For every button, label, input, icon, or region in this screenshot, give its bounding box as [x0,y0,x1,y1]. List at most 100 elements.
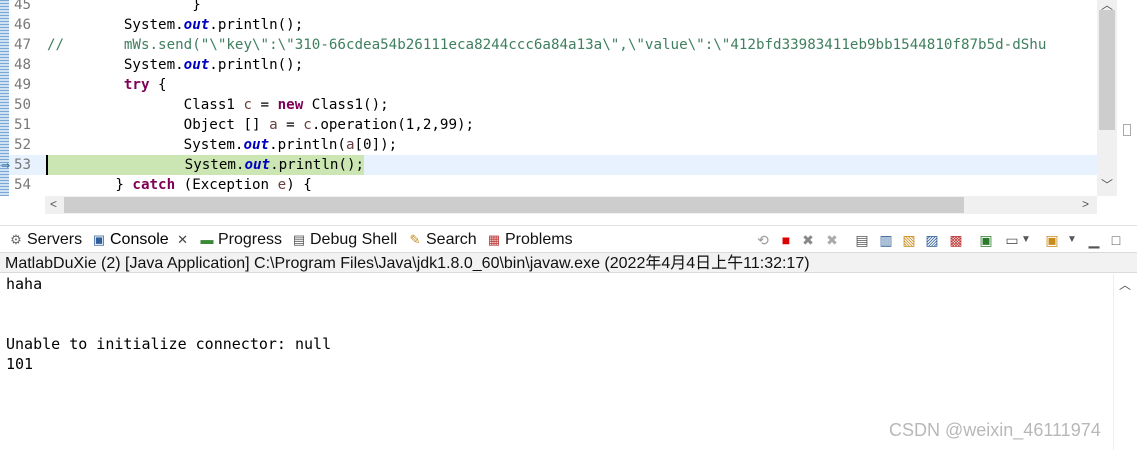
scroll-up-arrow-icon[interactable]: ︿ [1119,276,1131,293]
tab-label: Console [110,231,169,248]
code-line[interactable]: 48 System.out.println(); [0,55,1097,75]
code-text: Class1 c = new Class1(); [47,95,389,115]
line-number: 46 [14,17,32,33]
tab-debug-shell[interactable]: ▤ Debug Shell [291,229,397,251]
show-on-output-icon[interactable]: ▨ [923,231,941,249]
tab-label: Search [426,231,477,248]
progress-icon: ▬ [200,232,214,247]
code-text: // mWs.send("\"key\":\"310-66cdea54b2611… [47,35,1046,55]
scroll-lock-icon[interactable]: ▥ [877,231,895,249]
open-console-icon[interactable]: ▣ [1043,231,1061,249]
remove-all-terminated-icon[interactable]: ✖ [823,231,841,249]
code-token: Object [] [47,117,270,133]
scroll-left-arrow-icon[interactable]: < [50,197,57,211]
code-token: out [244,157,271,173]
code-token: } [47,177,133,193]
tab-search[interactable]: ✎ Search [407,229,477,251]
code-token: System. [47,137,244,153]
line-number: 50 [14,97,32,113]
tab-label: Problems [505,231,573,248]
pin-console-icon[interactable]: ▣ [977,231,995,249]
servers-icon: ⚙ [10,232,22,247]
word-wrap-icon[interactable]: ▧ [900,231,918,249]
code-line[interactable]: 50 Class1 c = new Class1(); [0,95,1097,115]
code-text: System.out.println(); [47,55,303,75]
code-line[interactable]: 52 System.out.println(a[0]); [0,135,1097,155]
scroll-right-arrow-icon[interactable]: > [1082,197,1089,211]
code-text: try { [47,75,167,95]
chevron-down-icon[interactable]: ▼ [1017,231,1035,249]
code-text: } catch (Exception e) { [47,175,311,195]
minimize-icon[interactable]: ▁ [1085,231,1103,249]
code-token: System. [47,57,184,73]
scroll-up-arrow-icon[interactable]: ︿ [1101,0,1113,13]
chevron-down-icon[interactable]: ▼ [1063,231,1081,249]
code-token: { [149,77,167,93]
code-token: out [243,137,270,153]
code-editor[interactable]: 45 } 46 System.out.println(); 47// mWs.sen… [0,0,1137,218]
code-line[interactable]: 46 System.out.println(); [0,15,1097,35]
code-text: } [47,0,201,15]
code-line[interactable]: 51 Object [] a = c.operation(1,2,99); [0,115,1097,135]
editor-vertical-scroll-thumb[interactable] [1099,10,1115,130]
code-line[interactable]: 47 // mWs.send("\"key\":\"310-66cdea54b26… [0,35,1097,55]
code-token: try [123,77,150,93]
view-tab-bar: ⚙ Servers ▣ Console ✕ ▬ Progress ▤ Debug She… [0,225,1137,252]
code-token: Class1(); [303,97,389,113]
code-text: System.out.println(a[0]); [47,135,398,155]
code-token: a [345,137,355,153]
problems-icon: ▦ [487,232,501,247]
code-token: .println(); [209,57,304,73]
show-on-error-icon[interactable]: ▩ [947,231,965,249]
code-token: c [243,97,253,113]
maximize-icon[interactable]: □ [1107,231,1125,249]
code-token: c [303,117,312,133]
clear-console-icon[interactable]: ▤ [853,231,871,249]
code-line[interactable]: 54 } catch (Exception e) { [0,175,1097,195]
tab-progress[interactable]: ▬ Progress [199,229,283,251]
debug-current-line-icon: ⇒ [1,160,11,172]
output-line: Unable to initialize connector: null [6,335,332,353]
tab-servers[interactable]: ⚙ Servers [8,229,82,251]
tab-label: Progress [218,231,283,248]
close-icon[interactable]: ✕ [177,232,188,247]
editor-horizontal-scroll-thumb[interactable] [64,197,964,213]
output-line: 101 [6,355,34,373]
line-number: 53 [14,157,32,173]
line-number: 49 [14,77,32,93]
code-token: .println( [269,137,346,153]
code-token: System. [48,157,245,173]
code-line[interactable]: 53 System.out.println(); [0,155,1097,175]
code-token: new [277,97,304,113]
tab-console[interactable]: ▣ Console ✕ [91,229,188,251]
code-lines[interactable]: 45 } 46 System.out.println(); 47// mWs.sen… [0,0,1097,196]
line-number: 52 [14,137,32,153]
terminate-icon[interactable]: ■ [777,231,795,249]
remove-launch-icon[interactable]: ✖ [799,231,817,249]
code-token: e [277,177,287,193]
code-token: [0]); [354,137,398,153]
tab-label: Debug Shell [310,231,398,248]
line-number: 51 [14,117,32,133]
code-line[interactable]: 45 } [0,0,1097,15]
overview-marker [1123,124,1131,136]
console-icon: ▣ [92,232,106,247]
code-token: System. [47,17,184,33]
code-token: a [269,117,278,133]
disconnect-icon[interactable]: ⟲ [754,231,772,249]
code-token: = [252,97,278,113]
code-text: System.out.println(); [47,15,303,35]
tab-label: Servers [27,231,83,248]
code-token: = [277,117,304,133]
code-text: Object [] a = c.operation(1,2,99); [47,115,474,135]
code-line[interactable]: 49 try { [0,75,1097,95]
scroll-down-arrow-icon[interactable]: ﹀ [1101,176,1113,193]
code-text: System.out.println(); [46,155,365,175]
code-token: .operation(1,2,99); [311,117,475,133]
debug-shell-icon: ▤ [292,232,306,247]
code-token: (Exception [175,177,278,193]
code-token: catch [132,177,176,193]
console-vertical-scrollbar[interactable]: ︿ [1113,274,1137,450]
tab-problems[interactable]: ▦ Problems [486,229,573,251]
